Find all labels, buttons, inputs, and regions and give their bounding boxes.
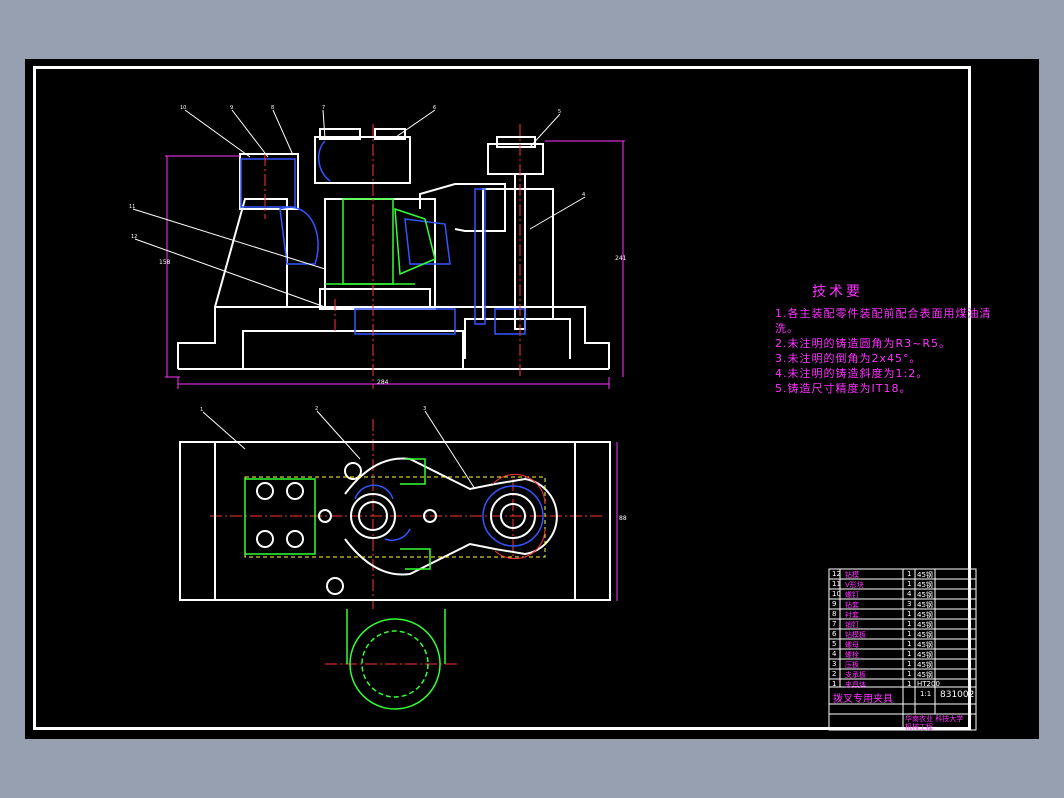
parts-list-cell: 钻模 bbox=[845, 571, 859, 579]
parts-list-cell: 12 bbox=[832, 570, 841, 578]
svg-text:12: 12 bbox=[131, 234, 137, 240]
parts-list-cell: 7 bbox=[832, 620, 837, 628]
parts-list-cell: 螺钉 bbox=[845, 591, 859, 599]
parts-list-cell: 45钢 bbox=[917, 631, 933, 639]
parts-list-cell: 45钢 bbox=[917, 621, 933, 629]
cad-viewport[interactable]: 10 9 8 7 6 5 4 11 12 1 2 3 技术要 1.各主装配零件装… bbox=[25, 59, 1039, 739]
parts-list-cell: 1 bbox=[907, 580, 912, 588]
parts-list-cell: 3 bbox=[832, 660, 837, 668]
parts-list-cell: 8 bbox=[832, 610, 837, 618]
parts-list-cell: 45钢 bbox=[917, 591, 933, 599]
parts-list-cell: 钻模板 bbox=[845, 631, 866, 639]
tech-req-line: 2.未注明的铸造圆角为R3~R5。 bbox=[775, 337, 951, 350]
drawing-name: 拨叉专用夹具 bbox=[833, 694, 893, 705]
parts-list-cell: 1 bbox=[907, 670, 912, 678]
parts-list-cell: V形块 bbox=[845, 581, 864, 589]
svg-text:6: 6 bbox=[433, 105, 436, 111]
parts-list-cell: 11 bbox=[832, 580, 841, 588]
tech-req-line: 5.铸造尺寸精度为IT18。 bbox=[775, 382, 912, 395]
workpiece-top bbox=[244, 458, 446, 710]
center-lines bbox=[210, 124, 605, 665]
parts-list-cell: 压板 bbox=[845, 661, 859, 669]
parts-list-cell: 4 bbox=[832, 650, 837, 658]
parts-list-cell: 1 bbox=[907, 640, 912, 648]
parts-list-cell: 45钢 bbox=[917, 611, 933, 619]
parts-list-cell: 1 bbox=[907, 680, 912, 688]
parts-list-cell: 衬套 bbox=[845, 611, 859, 619]
parts-list-cell: 45钢 bbox=[917, 581, 933, 589]
dim-height-right: 241 bbox=[615, 255, 627, 262]
svg-text:7: 7 bbox=[322, 105, 325, 111]
parts-list-cell: 1 bbox=[907, 570, 912, 578]
part-number-labels: 10 9 8 7 6 5 4 11 12 1 2 3 bbox=[129, 105, 585, 413]
leader-lines bbox=[132, 109, 586, 490]
parts-list-cell: 9 bbox=[832, 600, 837, 608]
parts-list-cell: 45钢 bbox=[917, 601, 933, 609]
dim-width: 284 bbox=[377, 379, 389, 386]
parts-list-cell: 5 bbox=[832, 640, 837, 648]
nut bbox=[487, 143, 544, 175]
svg-text:2: 2 bbox=[315, 406, 318, 412]
parts-list-cell: 夹具体 bbox=[845, 681, 866, 689]
parts-list-cell: 45钢 bbox=[917, 571, 933, 579]
top-left-housing bbox=[239, 153, 299, 210]
dim-height-left: 158 bbox=[159, 259, 171, 266]
parts-list-cell: 6 bbox=[832, 630, 837, 638]
dim-top-height: 88 bbox=[619, 515, 627, 522]
parts-list-cell: 螺栓 bbox=[845, 651, 859, 659]
parts-list-cell: 支承板 bbox=[845, 671, 866, 679]
parts-list-cell: 1 bbox=[832, 680, 837, 688]
right-column bbox=[482, 188, 554, 320]
svg-text:11: 11 bbox=[129, 204, 135, 210]
parts-list-cell: HT200 bbox=[917, 680, 940, 688]
parts-list-cell: 10 bbox=[832, 590, 841, 598]
cad-drawing: 10 9 8 7 6 5 4 11 12 1 2 3 bbox=[129, 105, 977, 731]
parts-list-cell: 钻套 bbox=[845, 601, 859, 609]
svg-text:5: 5 bbox=[558, 109, 561, 115]
parts-list-cell: 螺母 bbox=[845, 641, 859, 649]
svg-text:10: 10 bbox=[180, 105, 186, 111]
svg-text:4: 4 bbox=[582, 192, 585, 198]
department: 机械工程 bbox=[905, 723, 933, 731]
parts-list-cell: 1 bbox=[907, 630, 912, 638]
parts-list-cell: 1 bbox=[907, 620, 912, 628]
left-column bbox=[214, 198, 288, 308]
drawing-number: 831002 bbox=[940, 690, 975, 700]
parts-list-cell: 45钢 bbox=[917, 671, 933, 679]
svg-text:8: 8 bbox=[271, 105, 274, 111]
top-clamp bbox=[314, 136, 411, 184]
scale: 1:1 bbox=[920, 690, 932, 698]
tech-req-line: 洗。 bbox=[775, 322, 799, 335]
parts-list-cell: 3 bbox=[907, 600, 912, 608]
parts-list-cell: 2 bbox=[832, 670, 837, 678]
svg-text:9: 9 bbox=[230, 105, 233, 111]
parts-list-cell: 1 bbox=[907, 650, 912, 658]
parts-list-cell: 45钢 bbox=[917, 661, 933, 669]
parts-list-cell: 1 bbox=[907, 660, 912, 668]
tech-req-line: 4.未注明的铸造斜度为1:2。 bbox=[775, 367, 929, 380]
parts-list-cell: 45钢 bbox=[917, 651, 933, 659]
svg-text:3: 3 bbox=[423, 406, 426, 412]
parts-list-cell: 1 bbox=[907, 610, 912, 618]
parts-list-cell: 销钉 bbox=[845, 621, 859, 629]
svg-text:1: 1 bbox=[200, 407, 203, 413]
tech-req-line: 3.未注明的倒角为2x45°。 bbox=[775, 352, 922, 365]
parts-list-cell: 45钢 bbox=[917, 641, 933, 649]
tech-req-title: 技术要 bbox=[812, 284, 863, 300]
workpiece-outline bbox=[325, 198, 436, 285]
parts-list-cell: 4 bbox=[907, 590, 912, 598]
tech-req-line: 1.各主装配零件装配前配合表面用煤油清 bbox=[775, 307, 992, 320]
